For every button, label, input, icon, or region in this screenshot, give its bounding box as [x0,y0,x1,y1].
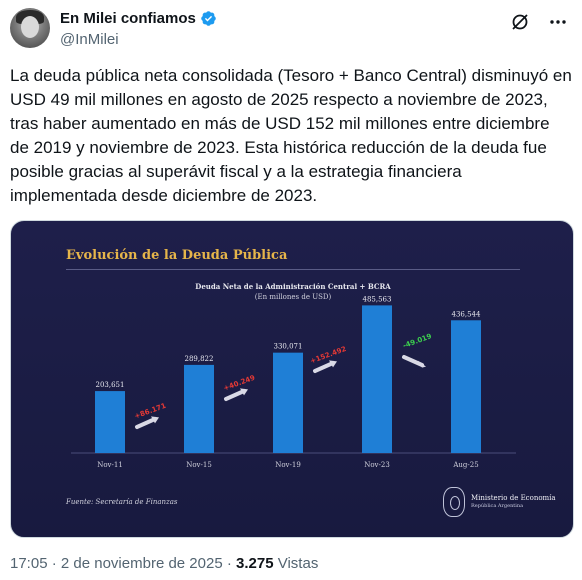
avatar-face [21,16,39,38]
views-label: Vistas [273,555,319,572]
decrease-arrow [402,355,426,368]
bar-value-label: 203,651 [96,381,125,389]
x-tick-label: Nov-19 [275,461,301,469]
bar [362,305,392,453]
meta-separator-2: · [222,555,237,572]
more-icon[interactable] [548,12,568,32]
bar-value-label: 436,544 [452,310,481,318]
tweet-header: En Milei confiamos @InMilei [10,6,572,54]
ministry-logo: Ministerio de Economía República Argenti… [443,485,556,519]
change-label: +152.492 [309,345,347,365]
header-actions [510,12,568,32]
tweet-time[interactable]: 17:05 [10,555,48,572]
bar-value-label: 485,563 [363,295,392,303]
grok-icon[interactable] [510,12,530,32]
x-tick-label: Aug-25 [452,461,478,469]
x-tick-label: Nov-23 [364,461,390,469]
x-tick-label: Nov-11 [97,461,123,469]
x-tick-label: Nov-15 [186,461,212,469]
bar [273,352,303,453]
bar [95,391,125,453]
tweet-media-image[interactable]: Evolución de la Deuda Pública Deuda Neta… [10,220,574,538]
bar [451,320,481,453]
ministry-name: Ministerio de Economía [471,494,556,502]
national-seal-icon [443,487,465,517]
display-name[interactable]: En Milei confiamos [60,10,196,27]
tweet-meta: 17:05 · 2 de noviembre de 2025 · 3.275 V… [10,555,318,572]
chart-source: Fuente: Secretaría de Finanzas [66,498,178,506]
change-label: +40.249 [222,374,256,393]
change-label: -49.019 [402,332,433,350]
name-row: En Milei confiamos [60,10,217,27]
tweet-text: La deuda pública neta consolidada (Tesor… [10,66,572,205]
views-count: 3.275 [236,555,274,572]
bar-value-label: 330,071 [274,343,303,351]
avatar[interactable] [10,8,50,48]
bar [184,364,214,453]
change-label: +86.171 [133,402,167,421]
verified-badge-icon [201,11,216,26]
meta-separator: · [47,555,61,572]
ministry-country: República Argentina [471,503,524,509]
user-handle[interactable]: @InMilei [60,31,119,48]
tweet-date[interactable]: 2 de noviembre de 2025 [61,555,223,572]
bar-value-label: 289,822 [185,355,214,363]
